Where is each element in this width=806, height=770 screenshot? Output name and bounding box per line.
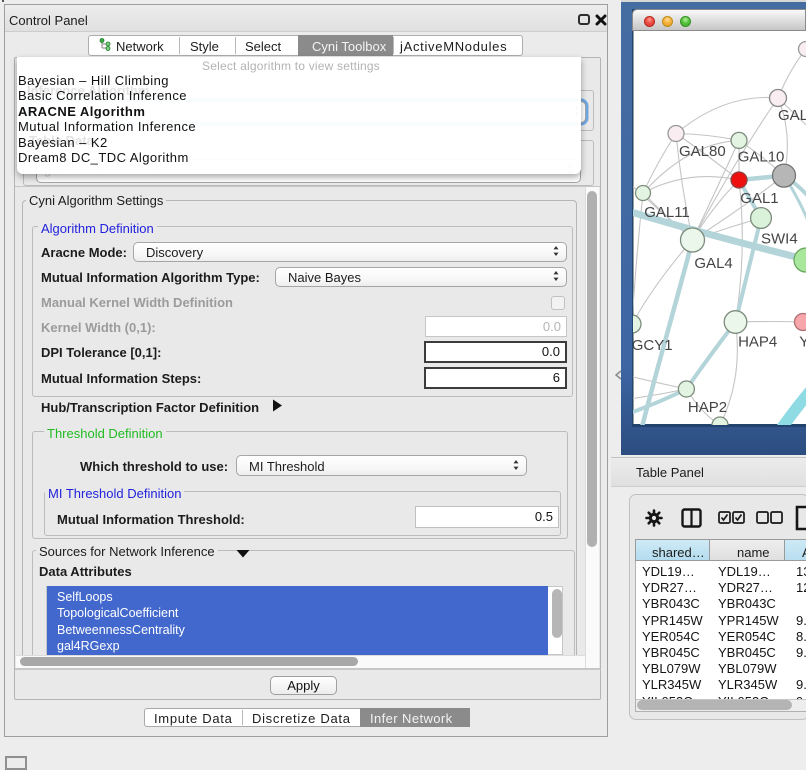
svg-text:GAL10: GAL10 [738, 149, 785, 166]
svg-text:HAP2: HAP2 [688, 399, 727, 416]
svg-text:GCY1: GCY1 [633, 337, 673, 354]
svg-text:Y: Y [799, 334, 806, 351]
svg-text:SWI4: SWI4 [761, 231, 798, 248]
svg-text:GAL80: GAL80 [679, 143, 726, 160]
svg-text:GAL2: GAL2 [778, 107, 806, 124]
svg-text:GAL1: GAL1 [740, 190, 778, 207]
svg-text:HAP4: HAP4 [738, 334, 777, 351]
svg-text:GAL11: GAL11 [644, 204, 690, 221]
svg-text:GAL4: GAL4 [694, 255, 732, 272]
